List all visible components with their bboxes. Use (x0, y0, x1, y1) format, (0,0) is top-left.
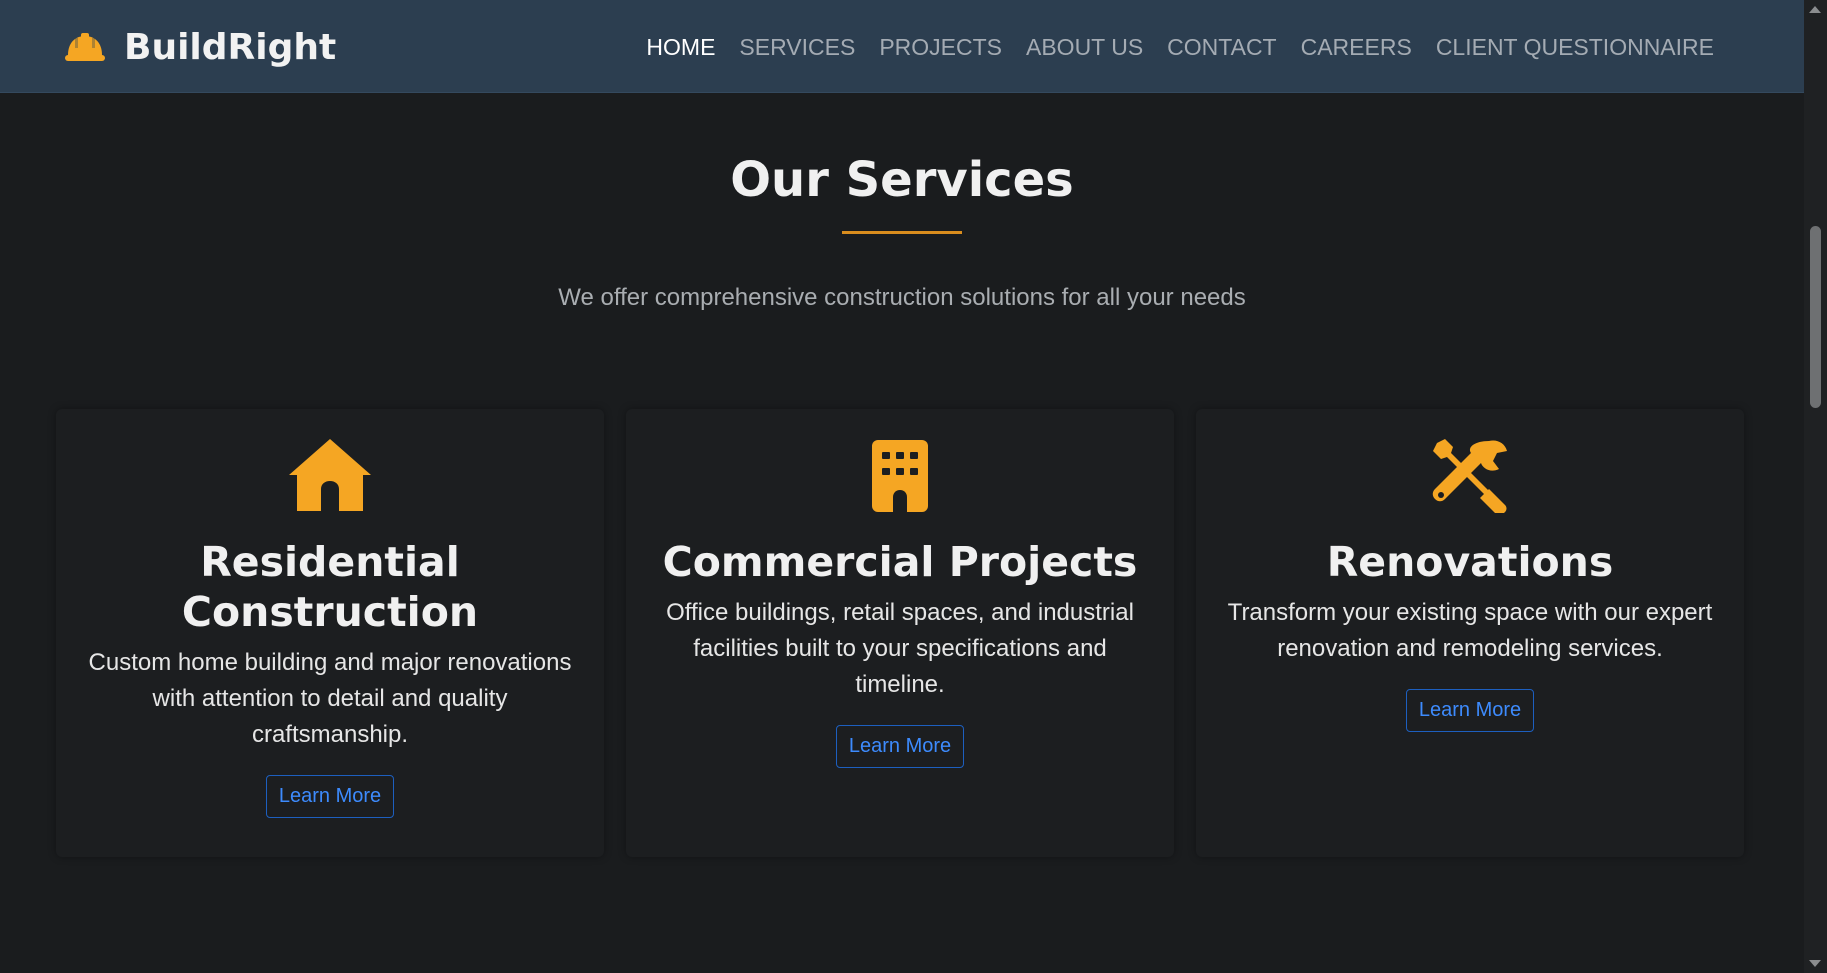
nav-link-home[interactable]: HOME (634, 30, 727, 65)
nav-link-careers[interactable]: CAREERS (1289, 30, 1424, 65)
brand-name: BuildRight (124, 26, 337, 68)
service-card-residential: Residential Construction Custom home bui… (56, 409, 604, 857)
section-subtitle: We offer comprehensive construction solu… (558, 284, 1246, 311)
scroll-down-arrow-icon[interactable] (1809, 960, 1821, 967)
card-description: Custom home building and major renovatio… (88, 649, 572, 748)
nav-link-projects[interactable]: PROJECTS (867, 30, 1014, 65)
title-underline (842, 231, 962, 234)
nav-link-contact[interactable]: CONTACT (1155, 30, 1288, 65)
brand-logo[interactable]: BuildRight (64, 22, 336, 72)
card-title: Commercial Projects (662, 538, 1138, 586)
learn-more-button[interactable]: Learn More (265, 775, 395, 818)
learn-more-button[interactable]: Learn More (1405, 689, 1535, 732)
tools-icon (1432, 439, 1507, 513)
card-body: Commercial Projects Office buildings, re… (648, 537, 1152, 768)
page: BuildRight HOME SERVICES PROJECTS ABOUT … (0, 0, 1827, 973)
building-icon (872, 440, 928, 512)
nav-link-client-questionnaire[interactable]: CLIENT QUESTIONNAIRE (1424, 30, 1726, 65)
house-icon (289, 439, 371, 511)
card-description: Office buildings, retail spaces, and ind… (666, 599, 1134, 698)
card-body: Renovations Transform your existing spac… (1218, 537, 1722, 732)
service-card-renovations: Renovations Transform your existing spac… (1196, 409, 1744, 857)
scrollbar-thumb[interactable] (1810, 226, 1821, 408)
main-nav: HOME SERVICES PROJECTS ABOUT US CONTACT … (634, 30, 1726, 65)
learn-more-button[interactable]: Learn More (835, 725, 965, 768)
service-card-commercial: Commercial Projects Office buildings, re… (626, 409, 1174, 857)
card-description: Transform your existing space with our e… (1227, 599, 1713, 662)
nav-link-about-us[interactable]: ABOUT US (1014, 30, 1155, 65)
vertical-scrollbar[interactable] (1804, 0, 1827, 973)
card-body: Residential Construction Custom home bui… (78, 537, 582, 818)
scroll-up-arrow-icon[interactable] (1809, 6, 1821, 13)
nav-link-services[interactable]: SERVICES (727, 30, 867, 65)
navbar: BuildRight HOME SERVICES PROJECTS ABOUT … (0, 0, 1804, 93)
hard-hat-icon (65, 33, 105, 61)
section-title: Our Services (730, 152, 1074, 208)
card-title: Renovations (1326, 538, 1614, 586)
card-title: Residential Construction (181, 538, 479, 636)
